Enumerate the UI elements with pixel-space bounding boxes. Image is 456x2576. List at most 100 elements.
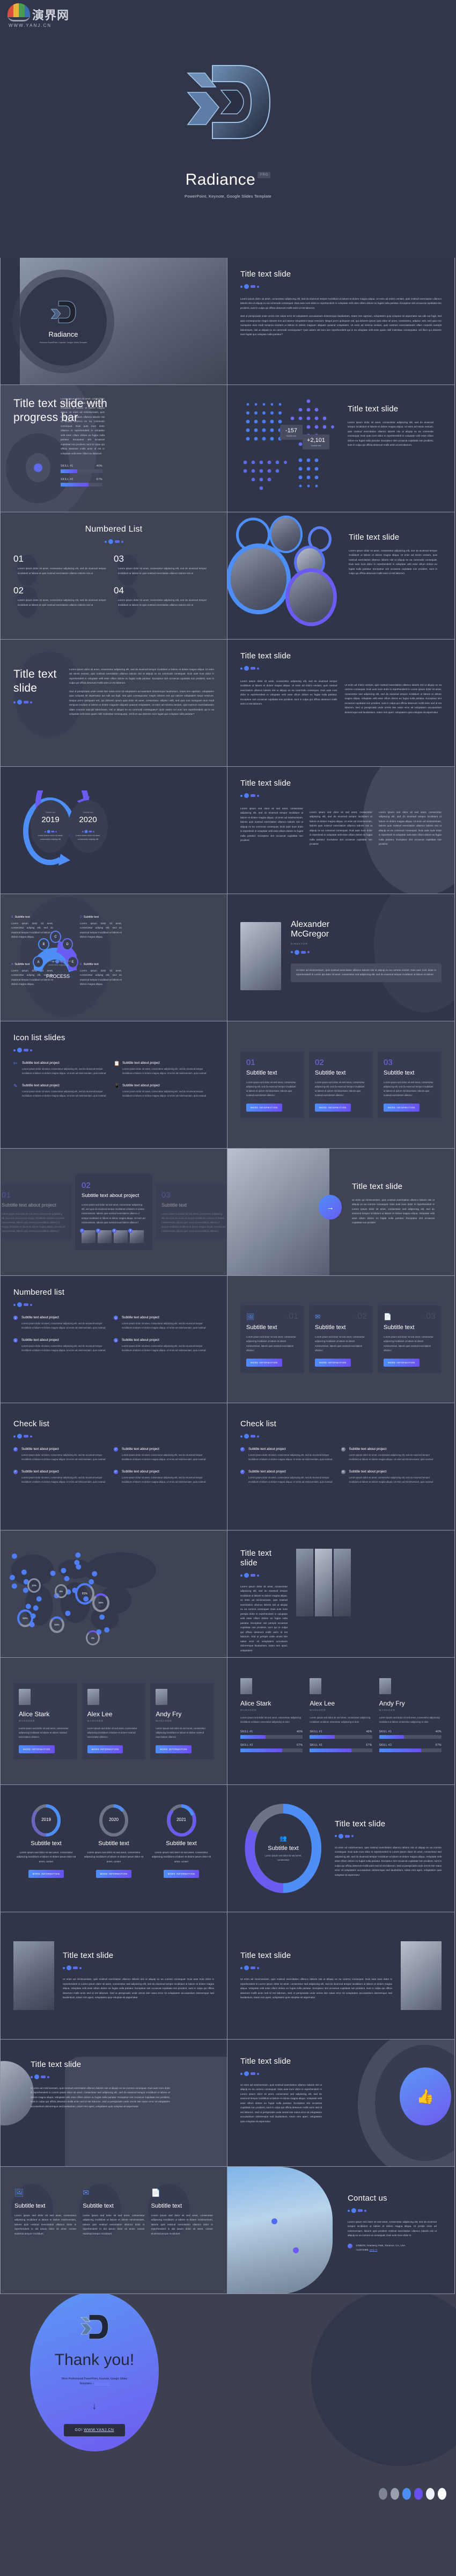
decor-dots-icon xyxy=(44,830,57,833)
slide-circle-photo[interactable]: Title text slide Ut enim ad minimveniam,… xyxy=(0,2040,227,2167)
slide-person-profile[interactable]: Alexander McGregor DIRECTOR Ut enim ad m… xyxy=(227,894,455,1021)
document-icon: 📄 xyxy=(384,1313,392,1321)
decor-dots-icon xyxy=(82,830,94,833)
thumb-badge: 1 xyxy=(80,1228,84,1233)
go-website-button[interactable]: GO! WWW.YANJ.CN xyxy=(64,2424,125,2436)
progress-bar xyxy=(240,1735,303,1739)
list-item: ✕ Subtitle text about project Lorem ipsu… xyxy=(341,1447,442,1462)
info-card[interactable]: 03 Subtitle text Lorem ipsum sed dolor s… xyxy=(378,1051,442,1119)
slide-photo-arrow[interactable]: → Title text slide Ut enim ad minimvenia… xyxy=(227,1149,455,1276)
more-information-button[interactable]: MORE INFORMATION xyxy=(163,1870,200,1878)
item-number: 04 xyxy=(114,585,124,596)
info-card[interactable]: 02 Subtitle text Lorem ipsum sed dolor s… xyxy=(309,1051,373,1119)
check-icon: ✓ xyxy=(240,1447,245,1452)
phone-icon: 📱 xyxy=(114,1083,120,1089)
slide-cover[interactable]: Radiance Premium PowerPoint, Keynote, Go… xyxy=(0,258,227,385)
oval-item: 🖼 Subtitle text Lorem ipsum sed dolor si… xyxy=(11,2184,76,2272)
more-information-button[interactable]: MORE INFORMATION xyxy=(87,1745,123,1754)
slide-photo-strip[interactable]: Title text slide Lorem ipsum dolor sit a… xyxy=(227,1530,455,1658)
more-information-button[interactable]: MORE INFORMATION xyxy=(246,1104,282,1112)
info-card[interactable]: 🖼 .01 Subtitle text Lorem ipsum sed dolo… xyxy=(240,1305,304,1373)
stat-box: -157 Subtitle text xyxy=(280,425,303,440)
team-card[interactable]: Alex Lee MANAGER Lorem ipsum sed dolor s… xyxy=(82,1682,146,1760)
decor-dots-icon xyxy=(240,1434,442,1439)
item-text: Lorem ipsum dolor sit amet, consectetur … xyxy=(18,599,106,606)
item-text: Lorem ipsum dolor sit amet, consectetur … xyxy=(118,599,207,606)
more-information-button[interactable]: MORE INFORMATION xyxy=(384,1358,420,1367)
list-item: ✓ Subtitle text about project Lorem ipsu… xyxy=(114,1470,214,1484)
slide-numbered-list[interactable]: Numbered list 1 Subtitle text about proj… xyxy=(0,1276,227,1403)
slide-checklist-b[interactable]: Check list ✓ Subtitle text about project… xyxy=(227,1403,455,1530)
slide-thumbs-up[interactable]: 👍 Title text slide Ut enim ad minimvenia… xyxy=(227,2040,455,2167)
slide-team-cards[interactable]: Alice Stark MANAGER Lorem ipsum sed dolo… xyxy=(0,1658,227,1785)
slide-icon-cards[interactable]: 🖼 .01 Subtitle text Lorem ipsum sed dolo… xyxy=(227,1276,455,1403)
team-card[interactable]: Alice Stark MANAGER Lorem ipsum sed dolo… xyxy=(13,1682,77,1760)
progress-bar xyxy=(379,1748,442,1753)
contact-address: 1786578, Gramercy Park, Torrance, CA, US… xyxy=(348,2243,437,2253)
slide-icon-list[interactable]: Icon list slides ✄ Subtitle text about p… xyxy=(0,1021,227,1149)
info-card[interactable]: 01 Subtitle text Lorem ipsum sed dolor s… xyxy=(240,1051,304,1119)
card-text: Lorem ipsum sed dolor sit sed amet, cons… xyxy=(246,1080,296,1097)
slide-year-loop[interactable]: Subtitle text 2019 Lorem ipsum dolor sit… xyxy=(0,767,227,894)
card-text: Lorem ipsum sed dolor sit sed amet, cons… xyxy=(161,1212,225,1233)
scissors-icon: ✄ xyxy=(13,1061,18,1066)
slide-donut-charts[interactable]: ​ 2019 Subtitle text Lorem ipsum sed dol… xyxy=(0,1785,227,1912)
item-title: Subtitle text xyxy=(83,963,99,966)
photo xyxy=(227,2167,333,2294)
slide-dotted-arrows[interactable]: -157 Subtitle text +2,101 Subtitle text … xyxy=(227,385,455,512)
slide-team-skills[interactable]: Alice Stark MANAGER Lorem ipsum sed dolo… xyxy=(227,1658,455,1785)
member-name: Alice Stark xyxy=(240,1700,271,1707)
team-card[interactable]: Andy Fry MANAGER Lorem ipsum sed dolor s… xyxy=(150,1682,215,1760)
more-information-button[interactable]: MORE INFORMATION xyxy=(384,1104,420,1112)
slide-carousel[interactable]: 01 Subtitle text about project Lorem ips… xyxy=(0,1149,227,1276)
more-information-button[interactable]: MORE INFORMATION xyxy=(315,1104,351,1112)
decor-dots-icon xyxy=(13,1302,214,1307)
more-information-button[interactable]: MORE INFORMATION xyxy=(246,1358,282,1367)
slide-icon-ovals[interactable]: 🖼 Subtitle text Lorem ipsum sed dolor si… xyxy=(0,2167,227,2294)
more-information-button[interactable]: MORE INFORMATION xyxy=(95,1870,132,1878)
slide-big-donut[interactable]: 👥 Subtitle text Lorem ipsum sed dolor si… xyxy=(227,1785,455,1912)
item-title: Subtitle text about project xyxy=(122,1316,159,1319)
person-photo xyxy=(240,922,281,990)
slide-world-map[interactable]: 10% 8% 81% 26% 50% 63% 4% xyxy=(0,1530,227,1658)
decor-dots-icon xyxy=(348,2208,437,2213)
avatar xyxy=(310,1678,322,1694)
process-node-b: B xyxy=(38,938,49,950)
person-bio: Ut enim ad minimveniam, quis nostrud exe… xyxy=(296,968,436,976)
slide-two-column-text[interactable]: Title text slide Lorem ipsum dolor sit a… xyxy=(227,640,455,767)
next-arrow-button[interactable]: → xyxy=(319,1195,342,1220)
radiance-logo-icon xyxy=(186,65,270,139)
slide-title: Title text slide xyxy=(13,668,57,694)
slide-number-cards[interactable]: 01 Subtitle text Lorem ipsum sed dolor s… xyxy=(227,1021,455,1149)
slide-progress-bar[interactable]: Title text slide with progress bar Lorem… xyxy=(0,385,227,512)
item-text: Lorem ipsum dolor sit amet, consectetur … xyxy=(21,1345,106,1352)
clipboard-icon: 📋 xyxy=(114,1061,120,1066)
more-information-button[interactable]: MORE INFORMATION xyxy=(28,1870,64,1878)
carousel-card-active[interactable]: 02 Subtitle text about project Lorem ips… xyxy=(75,1174,152,1250)
slide-photo-right[interactable]: Title text slide Ut enim ad minimveniam,… xyxy=(227,1912,455,2040)
slide-contact-us[interactable]: Contact us Lorem ipsum sed dolor sit sed… xyxy=(227,2167,455,2294)
slide-title-side[interactable]: Title text slide Lorem ipsum dolor sit a… xyxy=(0,640,227,767)
slide-three-column-text[interactable]: Title text slide Lorem ipsum sed dolor s… xyxy=(227,767,455,894)
slide-checklist-a[interactable]: Check list ✓ Subtitle text about project… xyxy=(0,1403,227,1530)
carousel-card-next[interactable]: 03 Subtitle text Lorem ipsum sed dolor s… xyxy=(156,1184,227,1240)
slide-photo-bubbles[interactable]: Title text slide Lorem ipsum dolor sit a… xyxy=(227,512,455,640)
website-link[interactable]: yanj.cn xyxy=(370,2248,378,2251)
thumb-badge: 3 xyxy=(112,1228,116,1233)
carousel-card-prev[interactable]: 01 Subtitle text about project Lorem ips… xyxy=(1,1184,72,1240)
slide-title-text[interactable]: Title text slide Lorem ipsum dolor sit a… xyxy=(227,258,455,385)
more-information-button[interactable]: MORE INFORMATION xyxy=(315,1358,351,1367)
info-card[interactable]: ✉ .02 Subtitle text Lorem ipsum sed dolo… xyxy=(309,1305,373,1373)
slide-title: Title text slide xyxy=(240,779,291,788)
info-card[interactable]: 📄 .03 Subtitle text Lorem ipsum sed dolo… xyxy=(378,1305,442,1373)
slide-numbered-list-big[interactable]: Numbered List 01 Lorem ipsum dolor sit a… xyxy=(0,512,227,640)
more-information-button[interactable]: MORE INFORMATION xyxy=(156,1745,192,1754)
item-text: Lorem ipsum dolor sit amet, consectetur … xyxy=(122,1090,207,1098)
slide-photo-left[interactable]: Title text slide Ut enim ad minimveniam,… xyxy=(0,1912,227,2040)
check-icon: ✓ xyxy=(13,1447,18,1452)
slide-process-wheel[interactable]: B Subtitle text Lorem ipsum dolor sit am… xyxy=(0,894,227,1021)
decor-dots-icon xyxy=(335,1833,442,1839)
website-link[interactable]: www.yanj.cn xyxy=(94,2382,109,2385)
paragraph: Lorem ipsum dolor sit amet, consectetur … xyxy=(240,1585,288,1652)
more-information-button[interactable]: MORE INFORMATION xyxy=(19,1745,55,1754)
